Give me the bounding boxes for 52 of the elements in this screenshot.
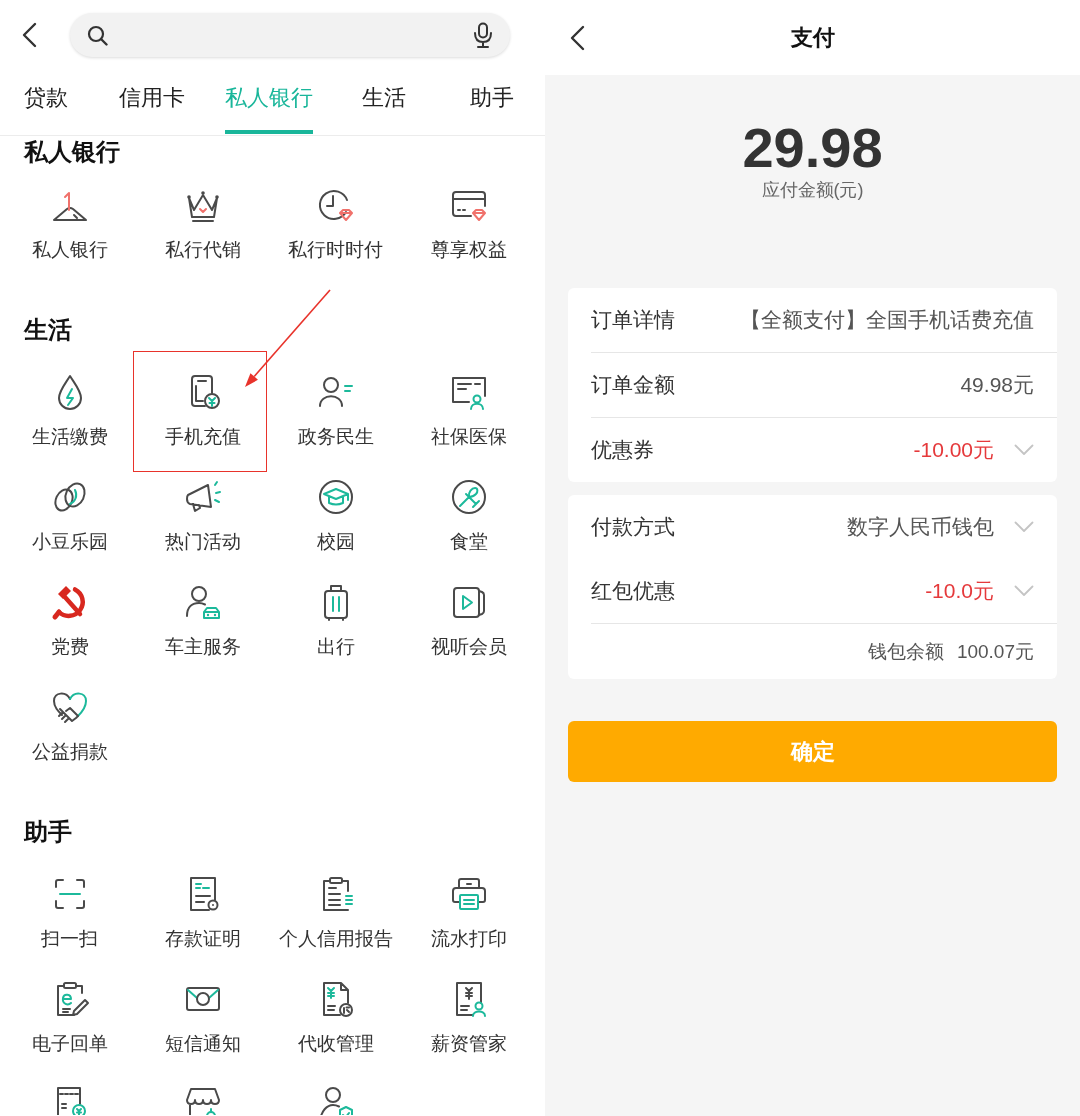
section-heading: 生活 [24, 316, 72, 344]
tab[interactable]: 信用卡 [119, 70, 185, 134]
page-title: 支付 [790, 23, 835, 52]
search-icon [87, 24, 108, 46]
balance-value: 100.07元 [956, 639, 1034, 664]
service-shortcut[interactable]: 扫一扫 [41, 874, 98, 952]
service-shortcut[interactable]: 视听会员 [430, 582, 507, 660]
tab[interactable]: 贷款 [24, 70, 68, 134]
service-shortcut[interactable]: 社保医保 [430, 372, 507, 450]
section-heading: 助手 [24, 818, 72, 846]
field-label: 红包优惠 [591, 578, 675, 604]
service-shortcut[interactable]: 公益捐款 [31, 687, 108, 765]
service-shortcut[interactable]: 尊享权益 [430, 185, 507, 263]
tab[interactable]: 助手 [470, 70, 514, 134]
service-shortcut[interactable]: 电子回单 [31, 979, 108, 1057]
service-shortcut[interactable]: 校园 [315, 477, 356, 555]
service-shortcut[interactable]: 个人信用报告 [278, 874, 393, 952]
field-label: 订单金额 [591, 372, 675, 398]
field-value: 【全额支付】全国手机话费充值 [740, 307, 1034, 333]
field-label: 付款方式 [591, 514, 675, 540]
service-shortcut[interactable]: 车主服务 [164, 582, 241, 660]
service-shortcut[interactable]: 代收管理 [297, 979, 374, 1057]
service-shortcut[interactable]: 短信通知 [164, 979, 241, 1057]
service-shortcut[interactable]: 政务民生 [297, 372, 374, 450]
field-value: -10.0元 [925, 578, 994, 604]
field-label: 优惠券 [591, 437, 654, 463]
tab[interactable]: 生活 [362, 70, 406, 134]
service-shortcut[interactable]: 出行 [315, 582, 356, 660]
field-value: 数字人民币钱包 [847, 514, 994, 540]
back-icon[interactable] [568, 24, 586, 51]
service-shortcut[interactable]: 热门活动 [164, 477, 241, 555]
service-shortcut[interactable]: 手机充值 [164, 372, 241, 450]
service-shortcut[interactable]: 存款证明 [164, 874, 241, 952]
field-value: -10.00元 [913, 437, 994, 463]
field-value: 49.98元 [960, 372, 1034, 398]
service-shortcut[interactable]: 流水打印 [430, 874, 507, 952]
service-shortcut[interactable]: 私行时时付 [288, 185, 383, 263]
section-heading: 私人银行 [24, 138, 120, 166]
service-shortcut[interactable]: 党费 [49, 582, 90, 660]
balance-label: 钱包余额 [867, 639, 944, 664]
service-shortcut[interactable]: 私行代销 [164, 185, 241, 263]
field-label: 订单详情 [591, 307, 675, 333]
service-shortcut[interactable]: 食堂 [448, 477, 489, 555]
microphone-icon[interactable] [473, 22, 493, 48]
service-shortcut[interactable]: 生活缴费 [31, 372, 108, 450]
back-icon[interactable] [20, 22, 38, 48]
service-shortcut[interactable]: 小豆乐园 [31, 477, 108, 555]
amount-label: 应付金额(元) [761, 179, 864, 202]
service-shortcut[interactable]: 私人银行 [31, 185, 108, 263]
search-field[interactable] [70, 13, 510, 57]
amount-due: 29.98 [742, 119, 883, 177]
service-shortcut[interactable]: 薪资管家 [430, 979, 507, 1057]
